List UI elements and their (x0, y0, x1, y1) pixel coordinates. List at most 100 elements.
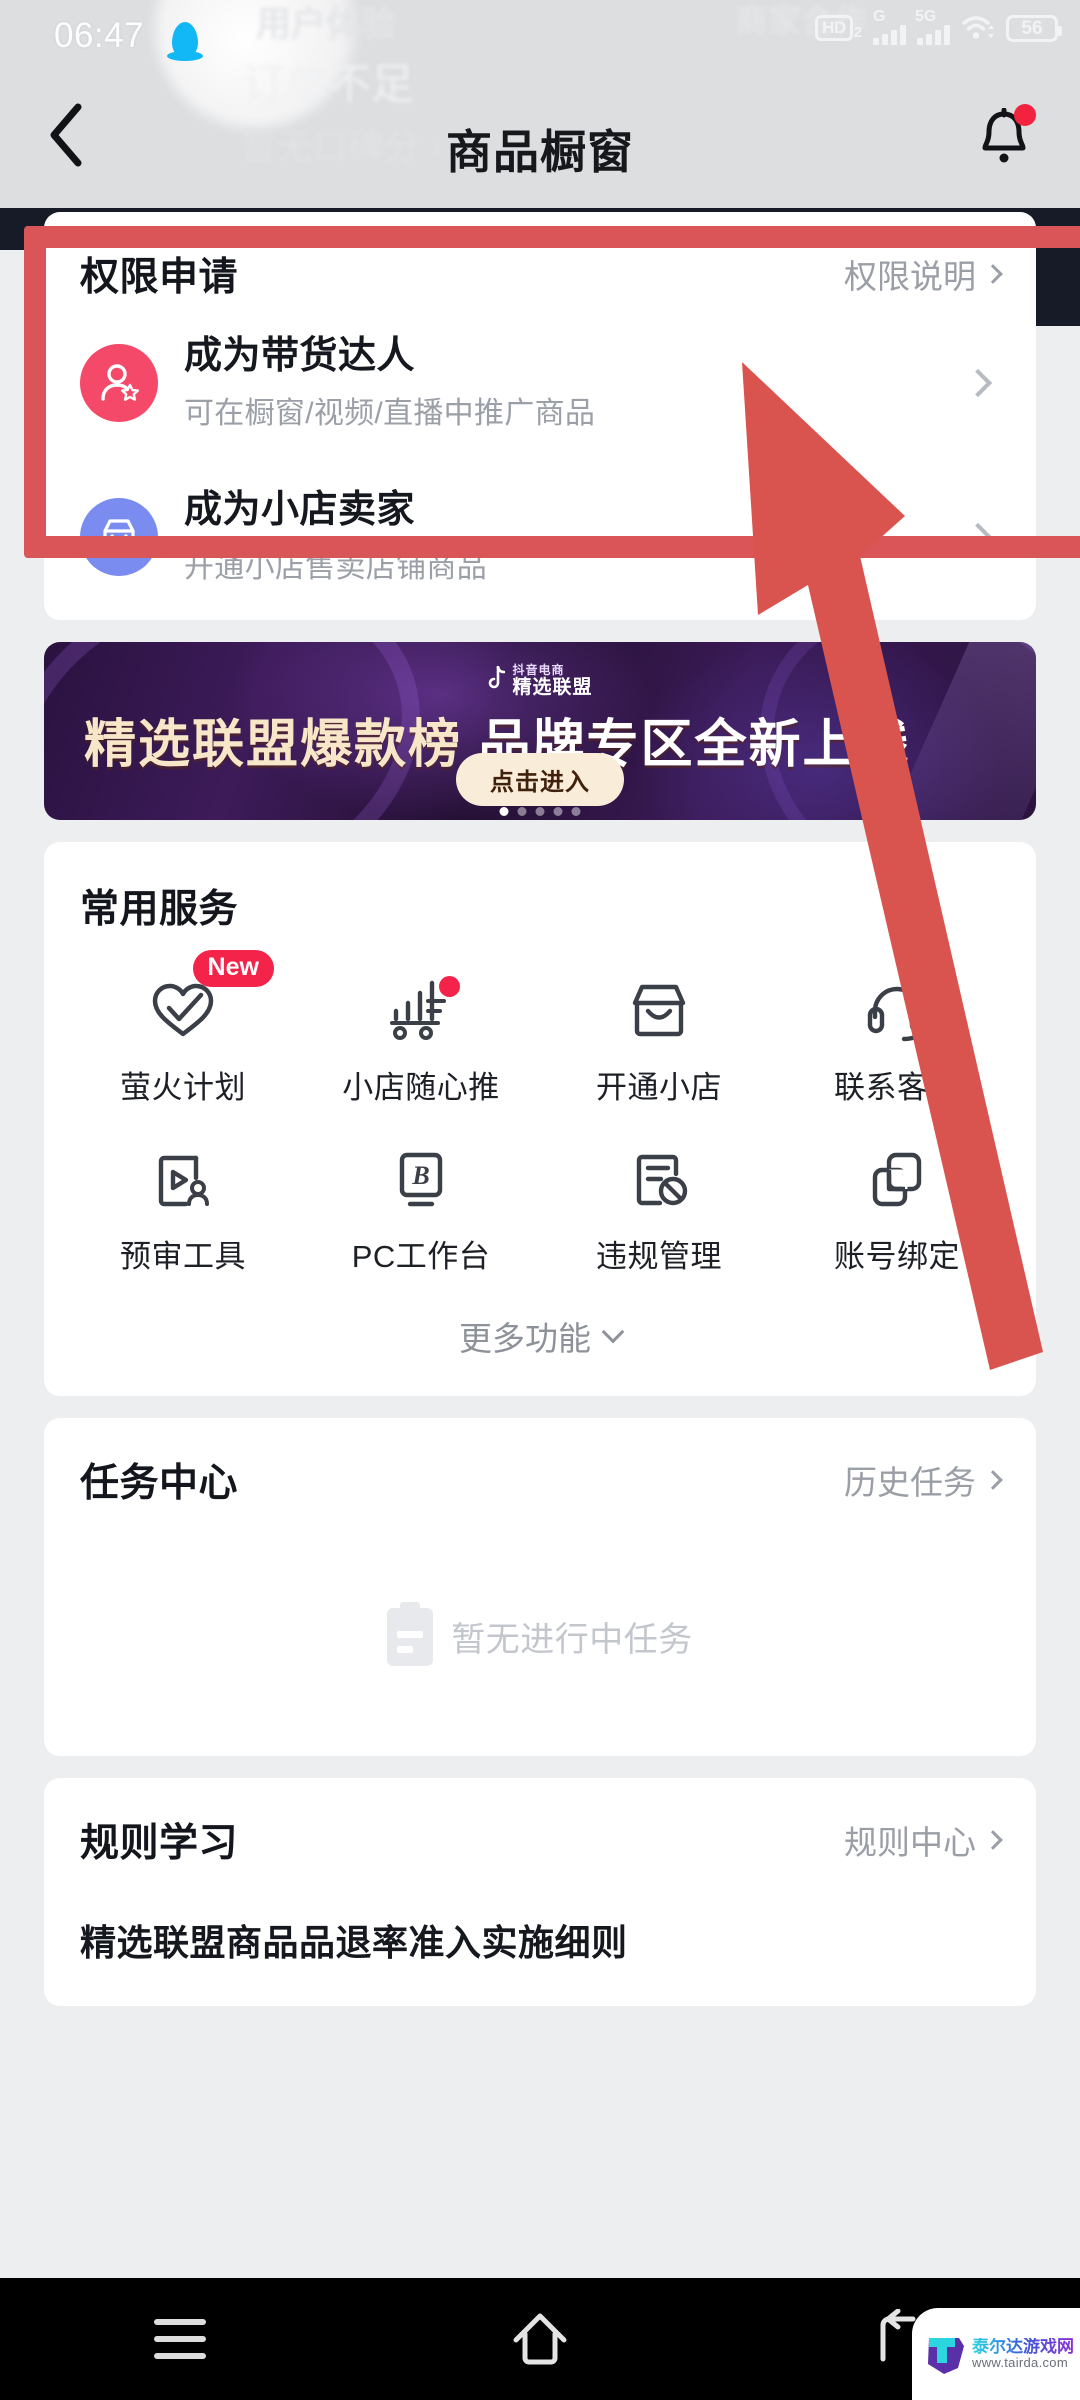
shop-open-icon (622, 974, 696, 1048)
signal-bars-5g-icon: 5G (915, 8, 950, 45)
permission-seller-text: 成为小店卖家 开通小店售卖店铺商品 (184, 488, 968, 586)
permission-card-header: 权限申请 权限说明 (44, 212, 1036, 312)
service-label: 联系客服 (834, 1069, 960, 1105)
permission-row-seller[interactable]: 成为小店卖家 开通小店售卖店铺商品 (44, 466, 1036, 620)
chevron-right-icon (963, 368, 993, 398)
service-badge-dot (439, 975, 460, 997)
service-item-yinghuo[interactable]: New 萤火计划 (64, 949, 302, 1121)
task-center-header: 任务中心 历史任务 (44, 1418, 1036, 1518)
svg-text:B: B (411, 1161, 429, 1190)
chevron-right-icon (963, 522, 993, 551)
hd-sub-label: 2 (853, 24, 862, 41)
banner-title-part1: 精选联盟爆款榜 (84, 715, 463, 774)
status-bar-clock: 06:47 (54, 16, 145, 55)
tiktok-note-icon (487, 665, 506, 694)
main-content: 权限申请 权限说明 成为带货达人 可在橱窗/视频/直播中推广商品 成为小店卖家 … (0, 212, 1080, 2028)
b-workbench-icon: B (384, 1143, 458, 1217)
rules-title: 规则学习 (80, 1821, 239, 1865)
status-bar: 06:47 HD 2 G 5G 56 (0, 0, 1080, 61)
permission-seller-desc: 开通小店售卖店铺商品 (184, 550, 487, 584)
rules-card: 规则学习 规则中心 精选联盟商品品退率准入实施细则 (44, 1777, 1036, 2006)
task-history-label: 历史任务 (844, 1463, 976, 1501)
home-icon (513, 2313, 567, 2365)
banner-pagination-dots (499, 806, 581, 816)
permission-row-talent[interactable]: 成为带货达人 可在橱窗/视频/直播中推广商品 (44, 312, 1036, 466)
service-item-violation[interactable]: 违规管理 (540, 1121, 778, 1290)
video-review-icon (146, 1143, 220, 1217)
service-label: 小店随心推 (342, 1069, 500, 1105)
qq-penguin-icon (167, 22, 203, 61)
services-card: 常用服务 New 萤火计划 小店随心推 开通小店 联系客服 预审工具 B PC工… (44, 841, 1036, 1396)
network-type-g-label: G (873, 8, 886, 25)
permission-seller-title: 成为小店卖家 (184, 488, 416, 531)
watermark-name: 泰尔达游戏网 (972, 2336, 1074, 2356)
service-label: 违规管理 (596, 1238, 722, 1274)
banner-logo-main: 精选联盟 (512, 676, 593, 698)
chevron-down-icon (601, 1320, 625, 1343)
notification-button[interactable] (978, 104, 1036, 166)
hd-label: HD (815, 15, 853, 41)
banner-logo: 抖音电商 精选联盟 (44, 664, 1036, 697)
permission-talent-text: 成为带货达人 可在橱窗/视频/直播中推广商品 (184, 334, 968, 432)
signal-bars-g-icon: G (873, 8, 906, 45)
service-item-open-shop[interactable]: 开通小店 (540, 952, 778, 1121)
permission-card: 权限申请 权限说明 成为带货达人 可在橱窗/视频/直播中推广商品 成为小店卖家 … (44, 212, 1036, 620)
wifi-icon (961, 15, 995, 41)
service-label: 账号绑定 (834, 1238, 960, 1274)
service-label: PC工作台 (351, 1238, 491, 1274)
task-center-card: 任务中心 历史任务 暂无进行中任务 (44, 1417, 1036, 1756)
task-center-empty-state: 暂无进行中任务 (44, 1518, 1036, 1756)
nav-home-button[interactable] (480, 2289, 600, 2389)
permission-explanation-link[interactable]: 权限说明 (844, 250, 1003, 298)
service-label: 萤火计划 (120, 1069, 246, 1105)
rule-list-item[interactable]: 精选联盟商品品退率准入实施细则 (44, 1878, 1036, 2006)
headset-icon (860, 974, 934, 1048)
watermark-url: www.tairda.com (972, 2355, 1068, 2371)
user-star-icon (80, 343, 158, 422)
app-header: 商品橱窗 (0, 60, 1080, 212)
service-item-suixintui[interactable]: 小店随心推 (302, 952, 540, 1121)
nav-menu-button[interactable] (120, 2289, 240, 2389)
rules-center-label: 规则中心 (844, 1823, 976, 1861)
chevron-right-icon (983, 1829, 1003, 1850)
service-item-pc-workbench[interactable]: B PC工作台 (302, 1121, 540, 1290)
menu-icon (154, 2319, 206, 2359)
services-grid: New 萤火计划 小店随心推 开通小店 联系客服 预审工具 B PC工作台 违规… (44, 934, 1036, 1290)
promo-banner[interactable]: 抖音电商 精选联盟 精选联盟爆款榜 品牌专区全新上线 点击进入 (44, 641, 1036, 820)
services-title: 常用服务 (80, 887, 239, 931)
banner-logo-text: 抖音电商 精选联盟 (512, 664, 592, 697)
hd-voice-icon: HD 2 (815, 15, 862, 41)
permission-talent-title: 成为带货达人 (184, 335, 416, 377)
chevron-right-icon (983, 264, 1003, 284)
banner-logo-small: 抖音电商 (512, 662, 565, 677)
task-center-title: 任务中心 (80, 1461, 239, 1505)
task-empty-text: 暂无进行中任务 (451, 1621, 693, 1660)
permission-talent-desc: 可在橱窗/视频/直播中推广商品 (184, 396, 596, 430)
page-title: 商品橱窗 (446, 126, 634, 178)
status-bar-icons: HD 2 G 5G 56 (815, 8, 1062, 48)
more-functions-label: 更多功能 (459, 1319, 591, 1357)
service-label: 开通小店 (596, 1069, 722, 1105)
watermark-logo-icon (926, 2332, 966, 2376)
watermark-text: 泰尔达游戏网 www.tairda.com (972, 2336, 1074, 2371)
banner-enter-button[interactable]: 点击进入 (456, 752, 624, 806)
task-history-link[interactable]: 历史任务 (844, 1456, 1003, 1504)
bar-chart-promo-icon (384, 974, 460, 1048)
permission-explanation-label: 权限说明 (844, 258, 976, 295)
service-item-preview-tool[interactable]: 预审工具 (64, 1121, 302, 1290)
clipboard-icon (387, 1601, 434, 1666)
chevron-right-icon (983, 1469, 1003, 1490)
rules-center-link[interactable]: 规则中心 (844, 1816, 1003, 1864)
battery-icon: 56 (1006, 14, 1062, 42)
permission-card-title: 权限申请 (80, 256, 239, 299)
doc-ban-icon (622, 1143, 696, 1217)
battery-level-label: 56 (1021, 17, 1043, 39)
phone-screen: 用户体验 订单不足 暂无口碑分 › 商家合作 06:47 HD 2 G 5G 5… (0, 0, 1080, 2400)
more-functions-button[interactable]: 更多功能 (44, 1290, 1036, 1396)
network-type-5g-label: 5G (915, 8, 937, 25)
service-item-account-bind[interactable]: 账号绑定 (778, 1121, 1016, 1290)
shop-icon (80, 497, 158, 576)
service-label: 预审工具 (120, 1238, 246, 1274)
service-item-support[interactable]: 联系客服 (778, 952, 1016, 1121)
notification-badge-dot (1014, 104, 1036, 126)
